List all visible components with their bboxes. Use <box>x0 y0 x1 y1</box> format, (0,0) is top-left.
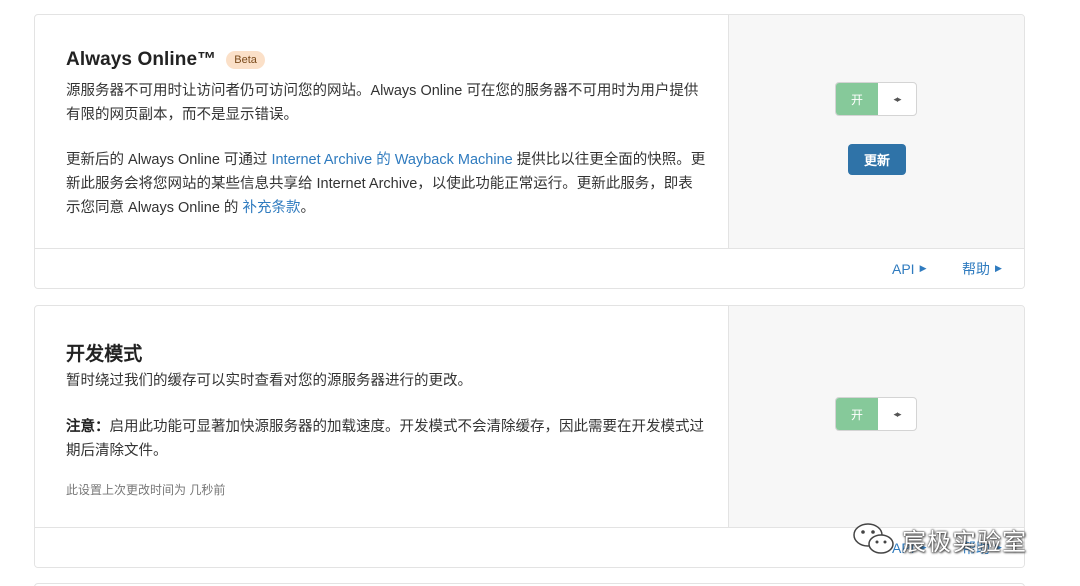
update-desc-prefix: 更新后的 Always Online 可通过 <box>66 152 272 168</box>
always-online-footer: API ▶ 帮助 ▶ <box>35 248 1024 288</box>
wayback-machine-link[interactable]: Internet Archive 的 Wayback Machine <box>271 152 512 168</box>
always-online-description: 源服务器不可用时让访问者仍可访问您的网站。Always Online 可在您的服… <box>66 83 699 123</box>
always-online-content: Always Online™ Beta 源服务器不可用时让访问者仍可访问您的网站… <box>35 15 728 249</box>
wechat-icon <box>853 523 894 554</box>
beta-badge: Beta <box>226 51 265 69</box>
watermark-text: 宸极实验室 <box>902 528 1027 556</box>
development-mode-title-row: 开发模式 <box>66 339 142 366</box>
last-changed-text: 此设置上次更改时间为 几秒前 <box>66 483 226 497</box>
right-triangle-icon: ▶ <box>995 263 1002 273</box>
supplemental-terms-link[interactable]: 补充条款 <box>242 200 300 216</box>
help-link-label: 帮助 <box>962 260 990 277</box>
development-mode-note: 注意：启用此功能可显著加快源服务器的加载速度。开发模式不会清除缓存，因此需要在开… <box>66 415 706 463</box>
development-mode-description: 暂时绕过我们的缓存可以实时查看对您的源服务器进行的更改。 <box>66 373 472 389</box>
toggle-on-label: 开 <box>836 398 878 430</box>
update-button[interactable]: 更新 <box>848 144 906 175</box>
always-online-controls: 开 ◂▸ 更新 <box>728 15 1024 249</box>
update-desc-suffix: 。 <box>300 200 315 216</box>
note-text: 启用此功能可显著加快源服务器的加载速度。开发模式不会清除缓存，因此需要在开发模式… <box>66 419 704 459</box>
note-label: 注意： <box>66 419 110 435</box>
development-mode-controls: 开 ◂▸ <box>728 306 1024 528</box>
development-mode-toggle[interactable]: 开 ◂▸ <box>835 397 917 431</box>
development-mode-title: 开发模式 <box>66 344 143 365</box>
always-online-update-description: 更新后的 Always Online 可通过 Internet Archive … <box>66 148 706 220</box>
always-online-toggle[interactable]: 开 ◂▸ <box>835 82 917 116</box>
toggle-knob-icon[interactable]: ◂▸ <box>878 398 916 430</box>
api-link[interactable]: API ▶ <box>892 249 927 288</box>
always-online-title: Always Online™ <box>66 49 217 70</box>
right-triangle-icon: ▶ <box>919 263 927 273</box>
help-link[interactable]: 帮助 ▶ <box>962 249 1002 288</box>
watermark: 宸极实验室 <box>852 520 1027 558</box>
api-link-label: API <box>892 260 915 277</box>
toggle-on-label: 开 <box>836 83 878 115</box>
always-online-title-row: Always Online™ Beta <box>66 49 265 71</box>
development-mode-content: 开发模式 暂时绕过我们的缓存可以实时查看对您的源服务器进行的更改。 注意：启用此… <box>35 306 728 528</box>
toggle-knob-icon[interactable]: ◂▸ <box>878 83 916 115</box>
always-online-card: Always Online™ Beta 源服务器不可用时让访问者仍可访问您的网站… <box>34 14 1025 289</box>
